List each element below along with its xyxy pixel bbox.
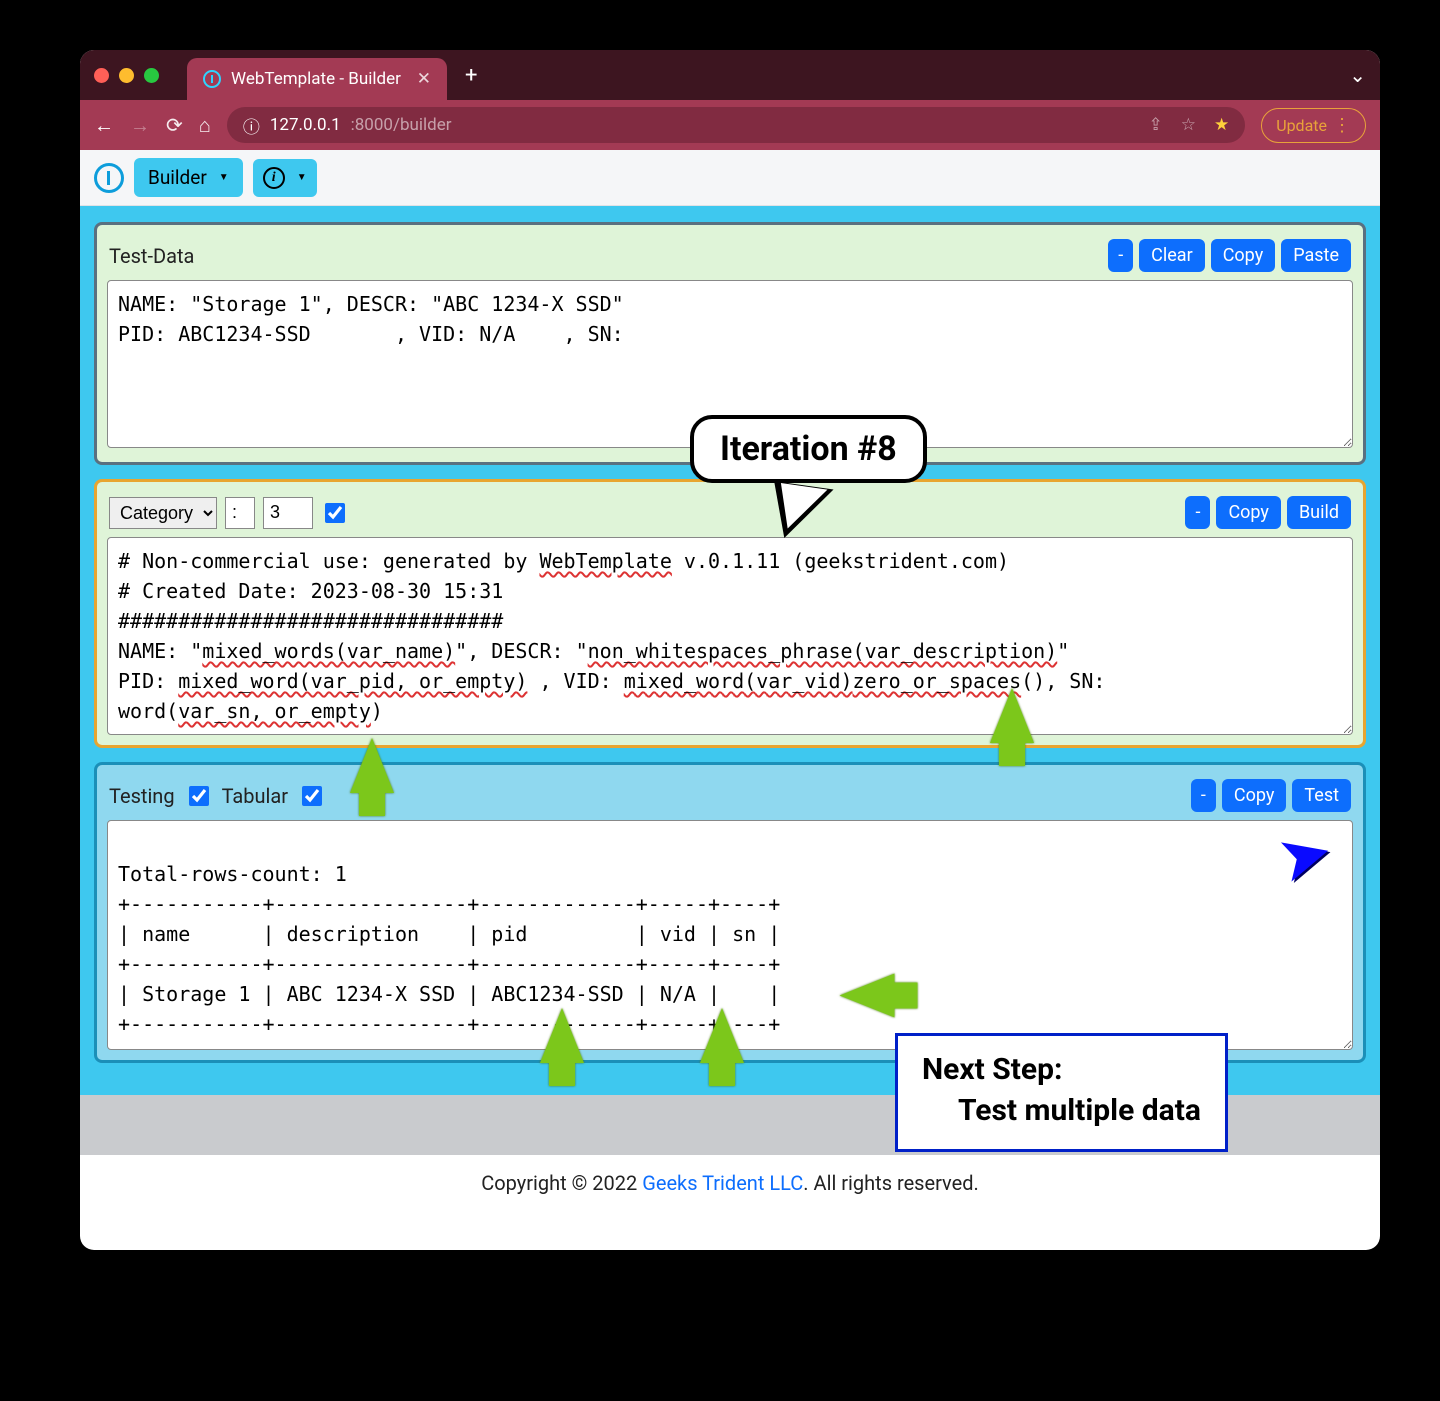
app-logo-icon [94,163,124,193]
tabular-checkbox[interactable] [302,786,322,806]
site-info-icon[interactable]: ⓘ [243,113,260,138]
template-textarea[interactable]: # Non-commercial use: generated by WebTe… [107,537,1353,735]
info-dropdown[interactable]: i [253,159,317,197]
footer-pre: Copyright © 2022 [481,1171,642,1195]
back-button[interactable]: ← [94,113,114,138]
app-toolbar: Builder i [80,150,1380,206]
template-build-button[interactable]: Build [1287,496,1351,529]
main-stage: Test-Data - Clear Copy Paste Category [80,206,1380,1095]
home-button[interactable]: ⌂ [199,113,211,138]
traffic-lights [94,68,159,83]
update-label: Update [1276,116,1327,135]
update-button[interactable]: Update ⋮ [1261,108,1366,143]
tab-favicon [203,70,221,88]
testing-test-button[interactable]: Test [1292,779,1351,812]
template-collapse-button[interactable]: - [1185,496,1210,529]
testing-checkbox[interactable] [189,786,209,806]
footer-post: . All rights reserved. [803,1171,978,1195]
builder-label: Builder [148,166,207,189]
testing-title: Testing [109,784,175,808]
builder-dropdown[interactable]: Builder [134,158,243,197]
close-window-button[interactable] [94,68,109,83]
template-panel: Category - Copy Build # Non-commercial u… [94,479,1366,748]
testing-collapse-button[interactable]: - [1191,779,1216,812]
minimize-window-button[interactable] [119,68,134,83]
window-titlebar: WebTemplate - Builder ✕ + ⌄ [80,50,1380,100]
address-bar: ← → ⟳ ⌂ ⓘ 127.0.0.1 :8000/builder ⇪ ☆ ★ U… [80,100,1380,150]
testdata-copy-button[interactable]: Copy [1211,239,1276,272]
test-data-panel: Test-Data - Clear Copy Paste [94,222,1366,465]
forward-button[interactable]: → [130,113,150,138]
testing-panel: Testing Tabular - Copy Test Total-rows-c… [94,762,1366,1063]
url-host: 127.0.0.1 [270,115,341,135]
testdata-clear-button[interactable]: Clear [1139,239,1205,272]
reload-button[interactable]: ⟳ [166,113,183,137]
url-field[interactable]: ⓘ 127.0.0.1 :8000/builder ⇪ ☆ ★ [227,107,1245,143]
footer-link[interactable]: Geeks Trident LLC [642,1171,803,1195]
window-menu-chevron-icon[interactable]: ⌄ [1349,63,1366,87]
tabular-label: Tabular [222,784,288,808]
new-tab-button[interactable]: + [465,63,477,88]
template-checkbox[interactable] [325,503,345,523]
kebab-icon[interactable]: ⋮ [1333,115,1351,136]
template-copy-button[interactable]: Copy [1216,496,1281,529]
info-icon: i [263,167,285,189]
tab-title: WebTemplate - Builder [231,69,401,89]
close-tab-icon[interactable]: ✕ [417,69,431,89]
test-data-textarea[interactable] [107,280,1353,448]
share-icon[interactable]: ⇪ [1148,115,1162,135]
footer: Copyright © 2022 Geeks Trident LLC. All … [80,1155,1380,1225]
url-path: :8000/builder [351,115,452,135]
maximize-window-button[interactable] [144,68,159,83]
colon-input[interactable] [225,497,255,529]
bookmark-filled-icon[interactable]: ★ [1214,115,1229,135]
testdata-collapse-button[interactable]: - [1108,239,1133,272]
num-input[interactable] [263,497,313,529]
gray-divider [80,1095,1380,1155]
browser-window: WebTemplate - Builder ✕ + ⌄ ← → ⟳ ⌂ ⓘ 12… [80,50,1380,1250]
category-select[interactable]: Category [109,497,217,529]
browser-tab[interactable]: WebTemplate - Builder ✕ [187,58,447,100]
test-data-title: Test-Data [109,244,194,268]
testdata-paste-button[interactable]: Paste [1281,239,1351,272]
testing-output[interactable]: Total-rows-count: 1 +-----------+-------… [107,820,1353,1050]
testing-copy-button[interactable]: Copy [1222,779,1287,812]
bookmark-outline-icon[interactable]: ☆ [1181,115,1196,135]
